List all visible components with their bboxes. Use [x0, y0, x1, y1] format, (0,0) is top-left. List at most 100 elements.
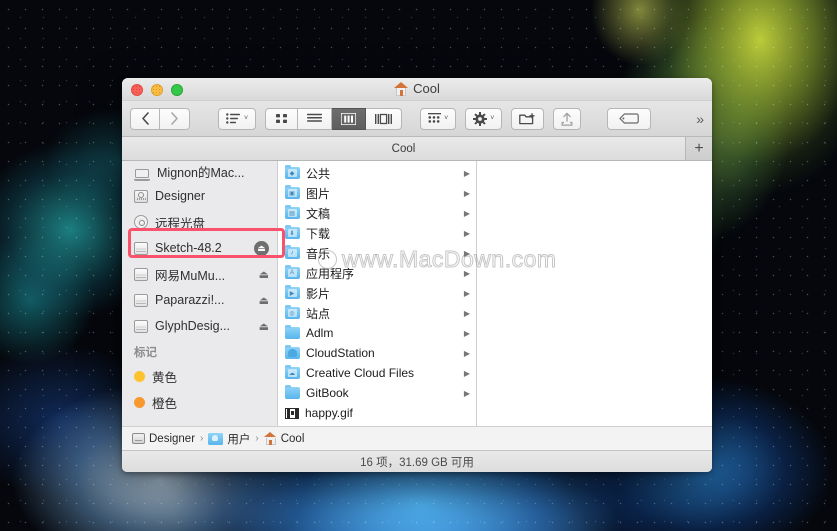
disc-icon: [134, 215, 148, 229]
finder-window: Cool ˅ ˅ ˅ » Cool + Mignon的Mac... Design…: [122, 78, 712, 472]
arrange-list-button[interactable]: ˅: [218, 107, 257, 130]
drive-icon: [134, 293, 148, 307]
sidebar-item-designer[interactable]: Designer: [122, 183, 277, 209]
sidebar-item-glyphdesigner[interactable]: GlyphDesig... ⏏: [122, 313, 277, 339]
tab-cool[interactable]: Cool: [122, 137, 686, 160]
breadcrumb-label: Designer: [149, 432, 196, 445]
sidebar-item-sketch-48-2[interactable]: Sketch-48.2 ⏏: [122, 235, 277, 261]
breadcrumb-label: Cool: [280, 432, 305, 445]
forward-button[interactable]: [160, 107, 190, 130]
new-tab-button[interactable]: +: [686, 137, 712, 160]
folder-music-icon: ♪: [285, 245, 300, 259]
folder-creative-cloud-icon: ☁: [285, 365, 300, 379]
list-item[interactable]: ♪ 音乐 ▶: [278, 243, 476, 263]
file-column-1: ◆ 公共 ▶ ▣ 图片 ▶ ▤ 文稿 ▶ ⬇ 下载 ▶ ♪ 音乐 ▶ A 应用程…: [278, 161, 477, 426]
folder-sites-icon: ◎: [285, 305, 300, 319]
status-bar: 16 项，31.69 GB 可用: [122, 450, 712, 472]
icon-view-button[interactable]: [265, 107, 299, 130]
disclosure-arrow-icon: ▶: [463, 388, 470, 398]
list-item[interactable]: ◆ 公共 ▶: [278, 163, 476, 183]
list-item[interactable]: happy.gif: [278, 403, 476, 423]
disclosure-arrow-icon: ▶: [463, 188, 470, 198]
list-item[interactable]: ▤ 文稿 ▶: [278, 203, 476, 223]
file-name: 下载: [306, 226, 331, 241]
folder-applications-icon: A: [285, 265, 300, 279]
users-folder-icon: [208, 432, 224, 445]
sidebar-item-paparazzi[interactable]: Paparazzi!... ⏏: [122, 287, 277, 313]
sidebar-item-label: Designer: [155, 189, 206, 203]
new-folder-button[interactable]: [511, 107, 545, 130]
list-item[interactable]: GitBook ▶: [278, 383, 476, 403]
eject-button[interactable]: ⏏: [254, 240, 269, 256]
file-name: 站点: [306, 306, 331, 321]
sidebar-tag-yellow[interactable]: 黄色: [122, 363, 277, 389]
list-item[interactable]: ▣ 图片 ▶: [278, 183, 476, 203]
sidebar-item-label: 网易MuMu...: [155, 268, 226, 283]
list-item[interactable]: A 应用程序 ▶: [278, 263, 476, 283]
status-text: 16 项，31.69 GB 可用: [360, 456, 474, 469]
share-button[interactable]: [553, 107, 582, 130]
sidebar-item-netease-mumu[interactable]: 网易MuMu... ⏏: [122, 261, 277, 287]
view-mode-group: [265, 107, 403, 130]
group-by-button[interactable]: ˅: [420, 107, 457, 130]
file-column-2[interactable]: [477, 161, 712, 426]
list-view-button[interactable]: [298, 107, 333, 130]
sidebar-item-label: GlyphDesig...: [155, 319, 231, 333]
drive-icon: [134, 241, 148, 255]
list-item[interactable]: Adlm ▶: [278, 323, 476, 343]
sidebar-item-label: Sketch-48.2: [155, 241, 222, 255]
folder-movies-icon: ▶: [285, 285, 300, 299]
file-name: 应用程序: [306, 266, 355, 281]
disclosure-arrow-icon: ▶: [463, 328, 470, 338]
tag-color-dot-yellow: [134, 370, 145, 382]
list-item[interactable]: ⬇ 下载 ▶: [278, 223, 476, 243]
disclosure-arrow-icon: ▶: [463, 208, 470, 218]
list-item[interactable]: ☁ Creative Cloud Files ▶: [278, 363, 476, 383]
breadcrumb-cool[interactable]: Cool: [263, 432, 305, 445]
list-item[interactable]: ▶ 影片 ▶: [278, 283, 476, 303]
disclosure-arrow-icon: ▶: [463, 348, 470, 358]
eject-button[interactable]: ⏏: [259, 294, 269, 307]
chevron-down-icon: ˅: [490, 115, 495, 122]
gif-file-icon: [285, 407, 299, 419]
column-view-button[interactable]: [332, 107, 367, 130]
drive-icon: [134, 319, 148, 333]
column-view-area: ◆ 公共 ▶ ▣ 图片 ▶ ▤ 文稿 ▶ ⬇ 下载 ▶ ♪ 音乐 ▶ A 应用程…: [278, 161, 712, 426]
back-button[interactable]: [130, 107, 160, 130]
folder-documents-icon: ▤: [285, 205, 300, 219]
eject-button[interactable]: ⏏: [259, 320, 269, 333]
file-name: 音乐: [306, 246, 331, 261]
breadcrumb-users[interactable]: 用户: [208, 431, 250, 447]
folder-public-icon: ◆: [285, 165, 300, 179]
toolbar-overflow-button[interactable]: »: [696, 111, 704, 127]
list-item[interactable]: CloudStation ▶: [278, 343, 476, 363]
tab-label: Cool: [391, 142, 416, 155]
breadcrumb-designer[interactable]: Designer: [132, 433, 195, 445]
breadcrumb-separator: ›: [255, 433, 259, 444]
window-titlebar: Cool: [122, 78, 712, 101]
breadcrumb-separator: ›: [200, 433, 204, 444]
chevron-down-icon: ˅: [244, 115, 249, 122]
sidebar-item-remote-disc[interactable]: 远程光盘: [122, 209, 277, 235]
sidebar-item-label: 远程光盘: [155, 216, 206, 231]
folder-plain-icon: [285, 385, 300, 399]
sidebar-item-mignon-mac[interactable]: Mignon的Mac...: [122, 161, 277, 183]
disclosure-arrow-icon: ▶: [463, 168, 470, 178]
eject-button[interactable]: ⏏: [259, 268, 269, 281]
window-title-text: Cool: [413, 81, 440, 96]
list-item[interactable]: ◎ 站点 ▶: [278, 303, 476, 323]
tags-button[interactable]: [607, 107, 652, 130]
nav-buttons: [130, 107, 190, 130]
sidebar-item-label: Paparazzi!...: [155, 293, 225, 307]
window-title: Cool: [122, 81, 712, 96]
action-gear-button[interactable]: ˅: [465, 107, 503, 130]
gallery-view-button[interactable]: [366, 107, 403, 130]
tab-bar: Cool +: [122, 137, 712, 161]
sidebar-item-label: 橙色: [152, 396, 178, 411]
file-name: 文稿: [306, 206, 331, 221]
window-body: Mignon的Mac... Designer 远程光盘 Sketch-48.2 …: [122, 161, 712, 426]
hdd-icon: [132, 433, 145, 444]
sidebar-tag-orange[interactable]: 橙色: [122, 389, 277, 415]
folder-cloudstation-icon: [285, 345, 300, 359]
folder-plain-icon: [285, 325, 300, 339]
